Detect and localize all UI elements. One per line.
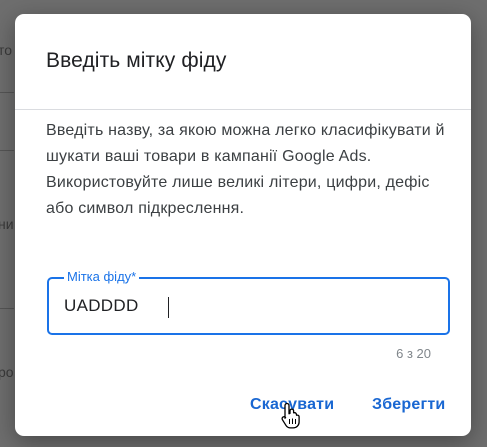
background-divider	[0, 150, 14, 151]
character-counter: 6 з 20	[396, 346, 431, 361]
background-text-fragment: ни	[0, 216, 14, 232]
background-text-fragment: ро	[0, 364, 14, 380]
feed-label-field[interactable]: Мітка фіду*	[47, 269, 450, 335]
dialog-header: Введіть мітку фіду	[15, 14, 471, 110]
save-button[interactable]: Зберегти	[368, 386, 449, 424]
dialog-description: Введіть назву, за якою можна легко класи…	[46, 122, 445, 217]
feed-label-dialog: Введіть мітку фіду Введіть назву, за яко…	[15, 14, 471, 436]
text-caret	[168, 297, 169, 318]
background-divider	[0, 92, 14, 93]
hand-pointer-icon	[281, 402, 300, 429]
feed-label-field-label: Мітка фіду*	[64, 269, 140, 285]
background-text-fragment: то	[0, 42, 13, 58]
background-divider	[0, 308, 14, 309]
dialog-title: Введіть мітку фіду	[46, 49, 227, 72]
feed-label-input[interactable]	[62, 291, 426, 321]
